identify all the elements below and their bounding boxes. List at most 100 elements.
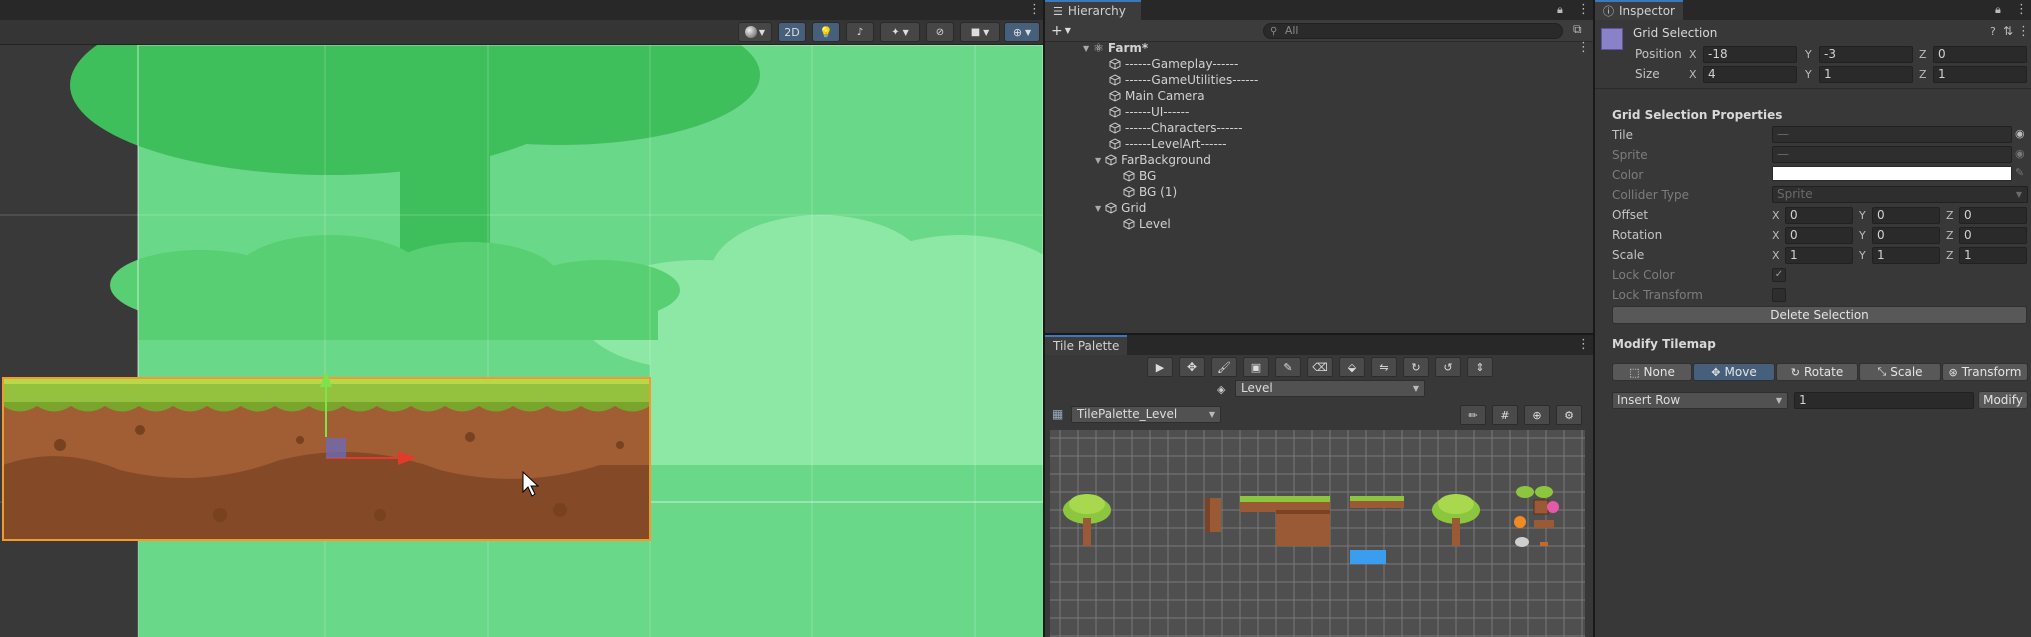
fill-tool-button[interactable]: ⬙	[1339, 357, 1365, 377]
axis-x-label: X	[1689, 68, 1697, 81]
shading-sphere-icon	[744, 26, 757, 38]
tab-inspector[interactable]: ⓘ Inspector	[1595, 0, 1683, 20]
expand-arrow-icon[interactable]: ▼	[1095, 156, 1101, 165]
lock-transform-checkbox[interactable]	[1772, 288, 1786, 302]
size-z-field[interactable]: 1	[1933, 66, 2027, 83]
chevron-down-icon: ▼	[2015, 190, 2022, 199]
audio-toggle[interactable]: ♪	[846, 22, 874, 42]
scene-visibility-icon[interactable]: ⧉	[1573, 22, 1582, 37]
modify-count-field[interactable]: 1	[1794, 392, 1974, 409]
preset-icon[interactable]: ⇅	[2003, 24, 2013, 38]
scale-label: Scale	[1612, 248, 1645, 262]
mode-transform-button[interactable]: ⊛ Transform	[1942, 363, 2028, 381]
hierarchy-item[interactable]: ------GameUtilities------	[1109, 72, 1258, 88]
scene-canvas[interactable]	[0, 45, 1043, 637]
offset-x-field[interactable]: 0	[1785, 207, 1853, 224]
tab-tile-palette[interactable]: Tile Palette	[1045, 335, 1127, 355]
lock-color-checkbox[interactable]: ✓	[1772, 268, 1786, 282]
object-picker-icon[interactable]: ◉	[2015, 127, 2025, 140]
active-tilemap-dropdown[interactable]: Level ▼	[1235, 380, 1425, 397]
color-swatch[interactable]	[1772, 166, 2012, 181]
hierarchy-item[interactable]: ▼ FarBackground	[1095, 152, 1211, 168]
effects-dropdown[interactable]: ✦ ▼	[880, 22, 920, 42]
axis-y-label: Y	[1805, 68, 1812, 81]
scale-z-field[interactable]: 1	[1959, 247, 2027, 264]
modify-operation-dropdown[interactable]: Insert Row ▼	[1612, 392, 1788, 409]
hierarchy-item[interactable]: ------LevelArt------	[1109, 136, 1226, 152]
delete-selection-button[interactable]: Delete Selection	[1612, 306, 2027, 324]
camera-dropdown[interactable]: ■ ▼	[960, 22, 1000, 42]
gizmos-button[interactable]: ⊕	[1524, 405, 1550, 425]
hierarchy-item[interactable]: ▼ Grid	[1095, 200, 1146, 216]
mode-move-button[interactable]: ✥ Move	[1693, 363, 1775, 381]
help-icon[interactable]: ?	[1990, 25, 1996, 38]
paint-tool-button[interactable]: 🖌︎	[1211, 357, 1237, 377]
lock-icon[interactable]: 🔒︎	[1995, 3, 2001, 17]
hierarchy-scene-root[interactable]: ▼ ⚛︎ Farm*	[1083, 40, 1148, 56]
position-x-field[interactable]: -18	[1703, 46, 1797, 63]
axis-x-label: X	[1772, 229, 1780, 242]
hierarchy-item[interactable]: BG (1)	[1123, 184, 1177, 200]
hierarchy-item[interactable]: ------UI------	[1109, 104, 1189, 120]
rotation-z-field[interactable]: 0	[1959, 227, 2027, 244]
tile-palette-tab-bar: Tile Palette ⋮	[1045, 335, 1593, 355]
tile-field[interactable]: —	[1772, 126, 2012, 143]
position-z-field[interactable]: 0	[1933, 46, 2027, 63]
hierarchy-item[interactable]: BG	[1123, 168, 1156, 184]
offset-z-field[interactable]: 0	[1959, 207, 2027, 224]
select-tool-button[interactable]: ▶	[1147, 357, 1173, 377]
eyedropper-icon[interactable]: ✎	[2015, 166, 2024, 179]
lighting-toggle[interactable]: 💡	[812, 22, 840, 42]
move-tool-button[interactable]: ✥	[1179, 357, 1205, 377]
hierarchy-item[interactable]: ------Characters------	[1109, 120, 1242, 136]
position-y-field[interactable]: -3	[1819, 46, 1913, 63]
gameobject-cube-icon	[1109, 74, 1121, 86]
rotate-cw-button[interactable]: ↻	[1403, 357, 1429, 377]
flip-x-button[interactable]: ⇋	[1371, 357, 1397, 377]
create-button[interactable]: + ▼	[1051, 22, 1077, 39]
eraser-tool-button[interactable]: ⌫	[1307, 357, 1333, 377]
component-menu-icon[interactable]: ⋮	[2017, 24, 2030, 39]
palette-dropdown[interactable]: TilePalette_Level ▼	[1071, 406, 1221, 423]
mode-rotate-button[interactable]: ↻ Rotate	[1776, 363, 1858, 381]
scale-x-field[interactable]: 1	[1785, 247, 1853, 264]
gizmos-dropdown[interactable]: ⊕ ▼	[1004, 22, 1040, 42]
scale-y-field[interactable]: 1	[1872, 247, 1940, 264]
size-x-field[interactable]: 4	[1703, 66, 1797, 83]
rotation-x-field[interactable]: 0	[1785, 227, 1853, 244]
mode-scale-button[interactable]: ⤡ Scale	[1859, 363, 1941, 381]
toggle-grid-button[interactable]: #	[1492, 405, 1518, 425]
hierarchy-item[interactable]: ------Gameplay------	[1109, 56, 1238, 72]
hierarchy-item[interactable]: Main Camera	[1109, 88, 1205, 104]
flip-y-button[interactable]: ⇕	[1467, 357, 1493, 377]
edit-palette-button[interactable]: ✏︎	[1460, 405, 1486, 425]
more-options-icon[interactable]: ⋮	[2015, 2, 2028, 17]
water-tile	[1350, 550, 1386, 564]
rotation-y-field[interactable]: 0	[1872, 227, 1940, 244]
mode-none-button[interactable]: ⬚ None	[1612, 363, 1692, 381]
hierarchy-search-input[interactable]: ⚲ All	[1263, 23, 1563, 39]
none-icon: ⬚	[1629, 365, 1640, 379]
tab-hierarchy[interactable]: ☰ Hierarchy	[1045, 0, 1141, 20]
rotate-ccw-button[interactable]: ↺	[1435, 357, 1461, 377]
offset-y-field[interactable]: 0	[1872, 207, 1940, 224]
hierarchy-item[interactable]: Level	[1123, 216, 1171, 232]
toggle-2d-button[interactable]: 2D	[778, 22, 806, 42]
axis-y-label: Y	[1859, 229, 1866, 242]
palette-tile-grid[interactable]	[1050, 430, 1585, 637]
scene-visibility-toggle[interactable]: ⊘	[926, 22, 954, 42]
expand-arrow-icon[interactable]: ▼	[1095, 204, 1101, 213]
scene-options-icon[interactable]: ⋮	[1577, 40, 1590, 55]
more-options-icon[interactable]: ⋮	[1577, 2, 1590, 17]
brush-settings-button[interactable]: ⚙︎	[1556, 405, 1582, 425]
box-fill-tool-button[interactable]: ▣	[1243, 357, 1269, 377]
modify-button[interactable]: Modify	[1978, 391, 2028, 409]
more-options-icon[interactable]: ⋮	[1028, 2, 1041, 17]
draw-mode-dropdown[interactable]: ▼	[738, 22, 772, 42]
more-options-icon[interactable]: ⋮	[1577, 337, 1590, 352]
picker-tool-button[interactable]: ✎	[1275, 357, 1301, 377]
sprite-field: —	[1772, 146, 2012, 163]
size-y-field[interactable]: 1	[1819, 66, 1913, 83]
lock-icon[interactable]: 🔒︎	[1557, 3, 1563, 17]
tile-palette-panel: Tile Palette ⋮ ▶ ✥ 🖌︎ ▣ ✎ ⌫ ⬙ ⇋ ↻ ↺ ⇕ ◈ …	[1045, 335, 1593, 637]
